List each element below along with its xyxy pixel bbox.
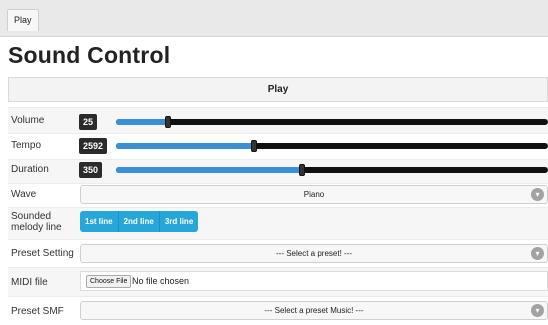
top-tab-bar: Play xyxy=(0,0,548,37)
volume-label: Volume xyxy=(11,115,45,126)
volume-slider-fill xyxy=(116,119,168,125)
wave-select[interactable]: Piano ▾ xyxy=(80,185,548,204)
page-title: Sound Control xyxy=(8,42,171,68)
melody-label-line1: Sounded xyxy=(11,211,52,222)
melody-label-line2: melody line xyxy=(11,222,62,233)
tempo-slider-fill xyxy=(116,143,254,149)
duration-label: Duration xyxy=(11,164,49,175)
volume-value: 25 xyxy=(79,114,98,130)
chevron-down-icon: ▾ xyxy=(531,304,544,317)
wave-selected-value: Piano xyxy=(303,190,325,199)
duration-slider-fill xyxy=(116,167,302,173)
chevron-down-icon: ▾ xyxy=(531,188,544,201)
melody-3rd-line-button[interactable]: 3rd line xyxy=(159,211,199,232)
wave-label: Wave xyxy=(11,189,37,200)
duration-slider-thumb[interactable] xyxy=(299,164,305,176)
preset-smf-label: Preset SMF xyxy=(11,306,64,317)
midi-file-label: MIDI file xyxy=(11,277,48,288)
tempo-label: Tempo xyxy=(11,140,42,151)
volume-slider-thumb[interactable] xyxy=(165,116,171,128)
play-button[interactable]: Play xyxy=(8,77,548,102)
preset-setting-selected-value: --- Select a preset! --- xyxy=(275,249,352,258)
tempo-slider[interactable] xyxy=(116,140,548,152)
preset-setting-label: Preset Setting xyxy=(11,248,74,259)
preset-smf-selected-value: --- Select a preset Music! --- xyxy=(264,306,364,315)
melody-line-button-group: 1st line 2nd line 3rd line xyxy=(80,211,199,232)
melody-2nd-line-button[interactable]: 2nd line xyxy=(118,211,160,232)
tempo-value: 2592 xyxy=(79,138,108,154)
choose-file-button[interactable]: Choose File xyxy=(86,275,132,288)
duration-slider[interactable] xyxy=(116,164,548,176)
duration-value: 350 xyxy=(79,162,103,178)
midi-file-input: Choose File No file chosen xyxy=(80,271,548,291)
preset-smf-select[interactable]: --- Select a preset Music! --- ▾ xyxy=(80,301,548,320)
file-status-text: No file chosen xyxy=(132,276,190,286)
tab-play[interactable]: Play xyxy=(7,9,39,31)
tempo-slider-thumb[interactable] xyxy=(251,140,257,152)
chevron-down-icon: ▾ xyxy=(531,247,544,260)
melody-1st-line-button[interactable]: 1st line xyxy=(80,211,119,232)
volume-slider[interactable] xyxy=(116,116,548,128)
preset-setting-select[interactable]: --- Select a preset! --- ▾ xyxy=(80,244,548,263)
